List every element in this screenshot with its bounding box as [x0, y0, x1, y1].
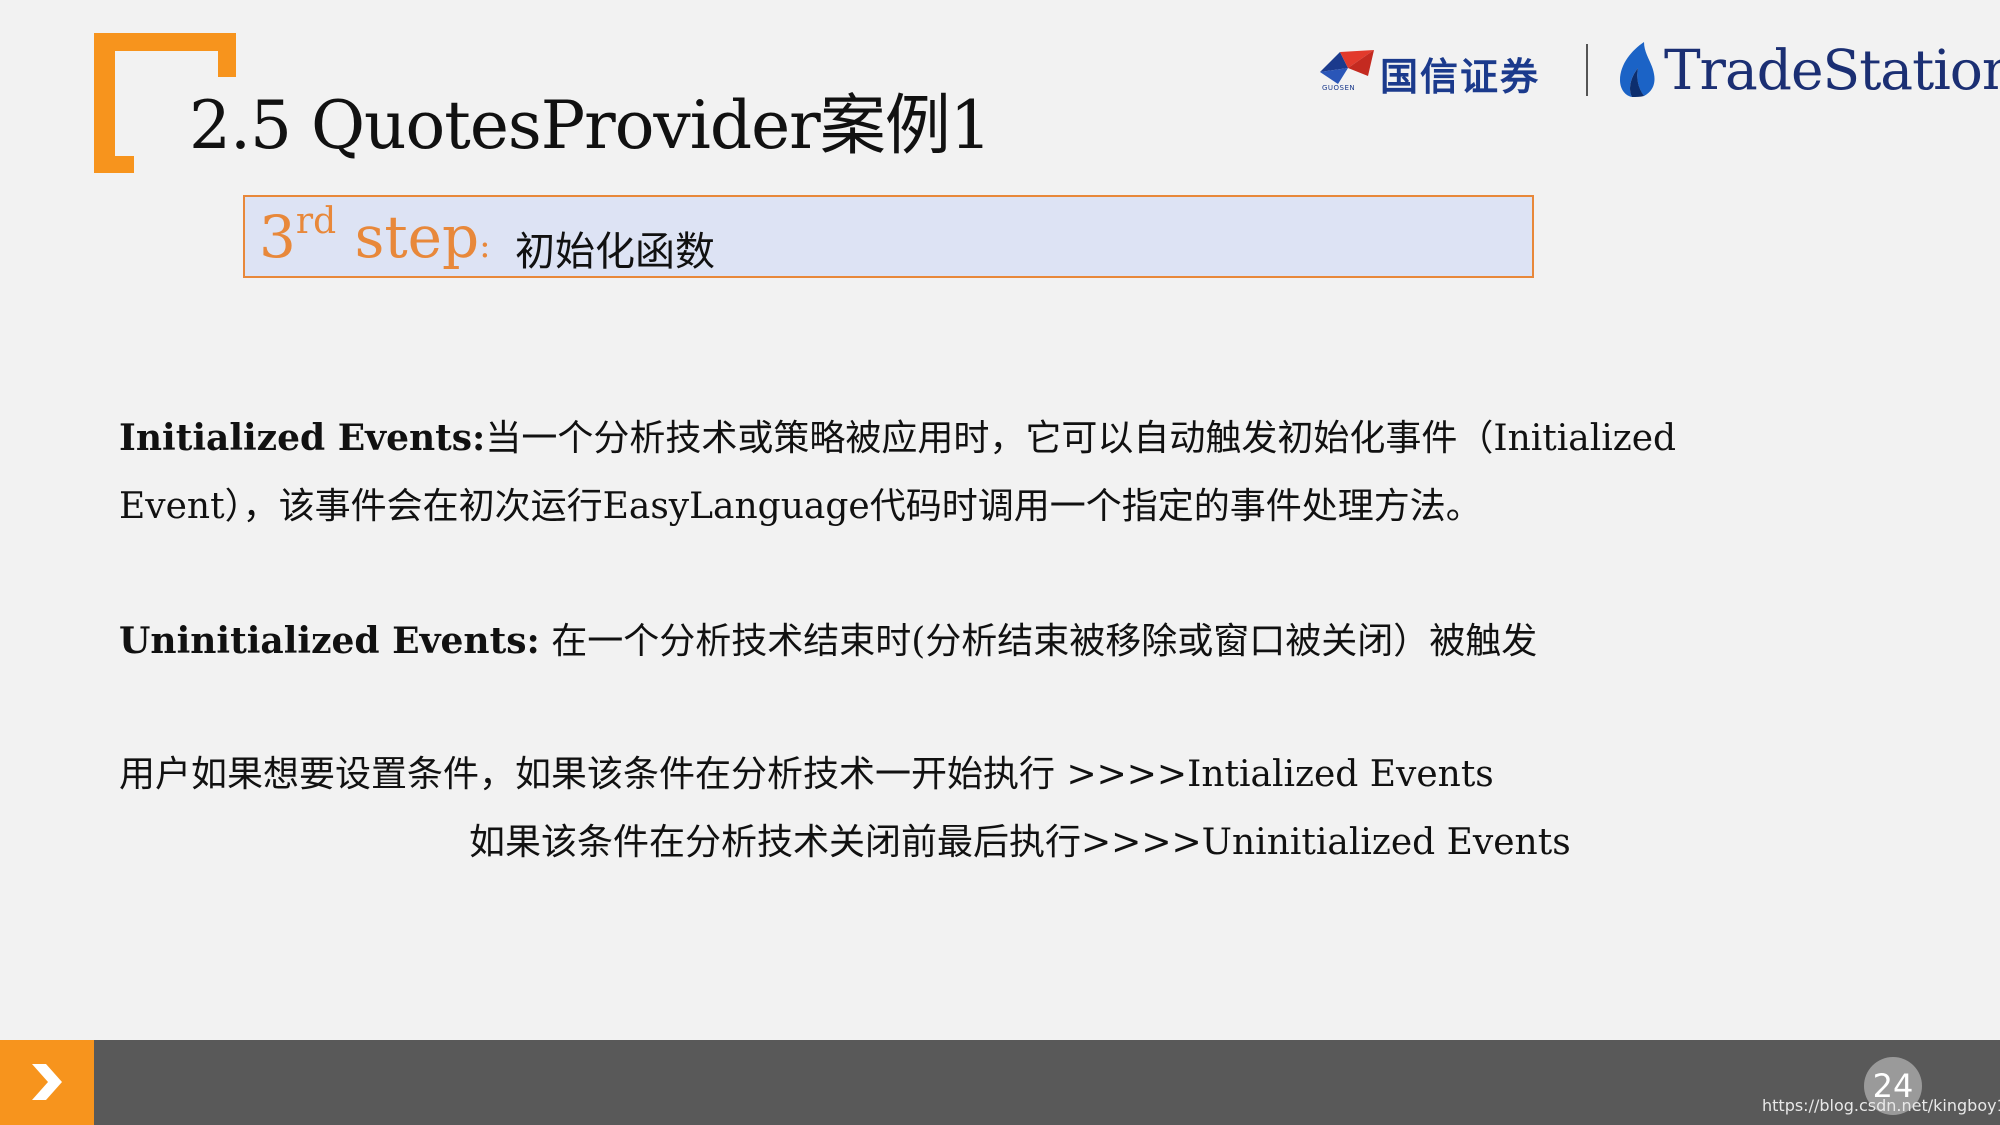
- step-header-box: 3rd step: 初始化函数: [243, 195, 1534, 278]
- step-title: 初始化函数: [515, 229, 715, 275]
- initialized-events-line2: Event），该事件会在初次运行EasyLanguage代码时调用一个指定的事件…: [119, 486, 1482, 527]
- step-colon: :: [479, 226, 491, 266]
- logo-divider: [1586, 44, 1588, 96]
- uninitialized-events-term: Uninitialized Events:: [119, 620, 540, 662]
- condition-line1: 用户如果想要设置条件，如果该条件在分析技术一开始执行 >>>>Intialize…: [119, 754, 1494, 795]
- tradestation-logo: TradeStation®: [1614, 36, 2000, 102]
- step-word: step: [336, 203, 480, 271]
- guosen-logo: GUOSEN 国信证券: [1318, 44, 1562, 99]
- slide-title: 2.5 QuotesProvider案例1: [189, 87, 992, 164]
- uninitialized-events-text: 在一个分析技术结束时(分析结束被移除或窗口被关闭）被触发: [539, 621, 1538, 662]
- step-number: 3: [259, 203, 296, 271]
- footer-bar: [0, 1040, 2000, 1125]
- guosen-logo-subtext: GUOSEN: [1322, 84, 1356, 92]
- initialized-events-paragraph: Initialized Events:当一个分析技术或策略被应用时，它可以自动触…: [119, 404, 1676, 541]
- tradestation-logo-name: TradeStation®: [1664, 38, 2000, 102]
- step-label: 3rd step:: [259, 200, 491, 271]
- chevron-right-icon: [32, 1064, 62, 1100]
- initialized-events-line1: 当一个分析技术或策略被应用时，它可以自动触发初始化事件（Initialized: [485, 418, 1677, 459]
- uninitialized-events-paragraph: Uninitialized Events: 在一个分析技术结束时(分析结束被移除…: [119, 607, 1537, 676]
- next-slide-button[interactable]: [0, 1040, 94, 1125]
- initialized-events-term: Initialized Events:: [119, 417, 486, 459]
- tradestation-flame-icon: [1620, 42, 1655, 97]
- tradestation-name-text: TradeStation: [1664, 38, 2000, 102]
- guosen-logo-name: 国信证券: [1380, 55, 1541, 99]
- step-ordinal-suffix: rd: [295, 200, 337, 242]
- source-watermark: https://blog.csdn.net/kingboy100: [1762, 1096, 2000, 1115]
- condition-line2: 如果该条件在分析技术关闭前最后执行>>>>Uninitialized Event…: [469, 822, 1571, 863]
- condition-paragraph: 用户如果想要设置条件，如果该条件在分析技术一开始执行 >>>>Intialize…: [119, 741, 1571, 877]
